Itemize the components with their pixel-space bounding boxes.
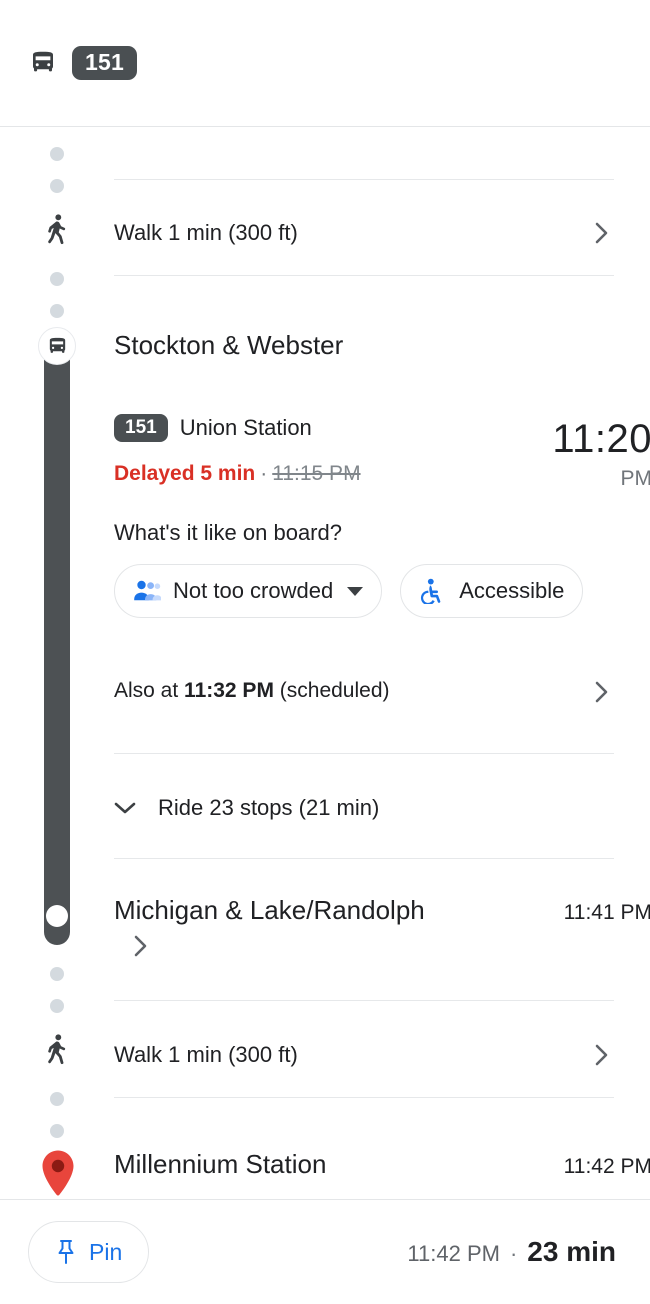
trip-duration: 23 min: [527, 1236, 616, 1267]
delay-separator: ·: [260, 462, 268, 485]
alight-node: [46, 905, 68, 927]
departure-time-block: 11:20 PM: [552, 419, 650, 489]
walk-dot: [50, 999, 64, 1013]
walk-dot: [50, 1124, 64, 1138]
walk-step-bottom-label[interactable]: Walk 1 min (300 ft): [114, 1042, 298, 1068]
transit-directions-screen: 151 Walk 1 min (300 ft) Stockton & Webst…: [0, 0, 650, 1304]
route-header: 151: [0, 0, 650, 127]
route-badge-inline[interactable]: 151: [114, 414, 168, 442]
onboard-question: What's it like on board?: [114, 520, 342, 545]
walk-step-top-label[interactable]: Walk 1 min (300 ft): [114, 220, 298, 246]
onboard-chips: Not too crowded Accessible: [114, 564, 584, 618]
board-route-line[interactable]: 151 Union Station: [114, 414, 312, 442]
delay-line: Delayed 5 min · 11:15 PM: [114, 462, 361, 486]
also-at-time: 11:32 PM: [184, 679, 274, 702]
scheduled-time-struck: 11:15 PM: [272, 462, 361, 485]
trip-summary: 11:42 PM · 23 min: [407, 1236, 616, 1268]
alight-stop-name[interactable]: Michigan & Lake/Randolph: [114, 895, 425, 926]
chevron-right-icon[interactable]: [595, 222, 608, 244]
arrival-time: 11:42 PM: [407, 1241, 500, 1266]
board-stop-name[interactable]: Stockton & Webster: [114, 330, 343, 361]
pin-button[interactable]: Pin: [28, 1221, 150, 1283]
departure-time: 11:20: [552, 417, 650, 461]
map-pin-icon: [38, 1149, 78, 1199]
pin-icon: [55, 1239, 77, 1265]
also-at-prefix: Also at: [114, 679, 185, 702]
divider: [114, 179, 614, 180]
walk-dot: [50, 147, 64, 161]
destination-name[interactable]: Millennium Station: [114, 1149, 326, 1180]
also-at-suffix: (scheduled): [273, 679, 390, 702]
divider: [114, 858, 614, 859]
pin-button-label: Pin: [89, 1238, 123, 1265]
also-at-row[interactable]: Also at 11:32 PM (scheduled): [114, 679, 390, 703]
chevron-down-icon[interactable]: [114, 801, 136, 815]
timeline-rail: [0, 127, 114, 1199]
walk-dot: [50, 179, 64, 193]
route-badge[interactable]: 151: [72, 46, 137, 80]
crowding-chip-label: Not too crowded: [173, 578, 334, 603]
headsign-label: Union Station: [179, 415, 312, 440]
chevron-right-icon[interactable]: [595, 1044, 608, 1066]
itinerary-content: Walk 1 min (300 ft) Stockton & Webster 1…: [114, 127, 650, 1199]
destination-time: 11:42 PM: [563, 1155, 650, 1178]
ride-stops-label: Ride 23 stops (21 min): [158, 795, 380, 820]
chevron-right-icon[interactable]: [595, 681, 608, 703]
walk-dot: [50, 272, 64, 286]
walk-dot: [50, 1092, 64, 1106]
wheelchair-icon: [419, 578, 447, 604]
divider: [114, 753, 614, 754]
chevron-right-icon[interactable]: [134, 935, 147, 957]
bus-stop-node: [38, 327, 76, 365]
itinerary-list[interactable]: Walk 1 min (300 ft) Stockton & Webster 1…: [0, 127, 650, 1199]
pedestrian-icon: [44, 1033, 70, 1067]
chevron-down-icon[interactable]: [347, 586, 364, 596]
walk-dot: [50, 967, 64, 981]
delay-text: Delayed 5 min: [114, 462, 256, 485]
summary-separator: ·: [509, 1241, 518, 1266]
pedestrian-icon: [44, 213, 70, 247]
divider: [114, 1097, 614, 1098]
alight-stop-time: 11:41 PM: [563, 901, 650, 924]
accessibility-chip-label: Accessible: [459, 578, 565, 603]
divider: [114, 1000, 614, 1001]
route-line: [44, 336, 70, 926]
crowding-chip[interactable]: Not too crowded: [114, 564, 383, 618]
people-group-icon: [133, 578, 161, 604]
bus-icon: [28, 48, 58, 78]
ride-stops-expander[interactable]: Ride 23 stops (21 min): [114, 795, 379, 821]
departure-ampm: PM: [620, 467, 650, 490]
bottom-bar: Pin 11:42 PM · 23 min: [0, 1199, 650, 1304]
accessibility-chip[interactable]: Accessible: [400, 564, 584, 618]
walk-dot: [50, 304, 64, 318]
divider: [114, 275, 614, 276]
